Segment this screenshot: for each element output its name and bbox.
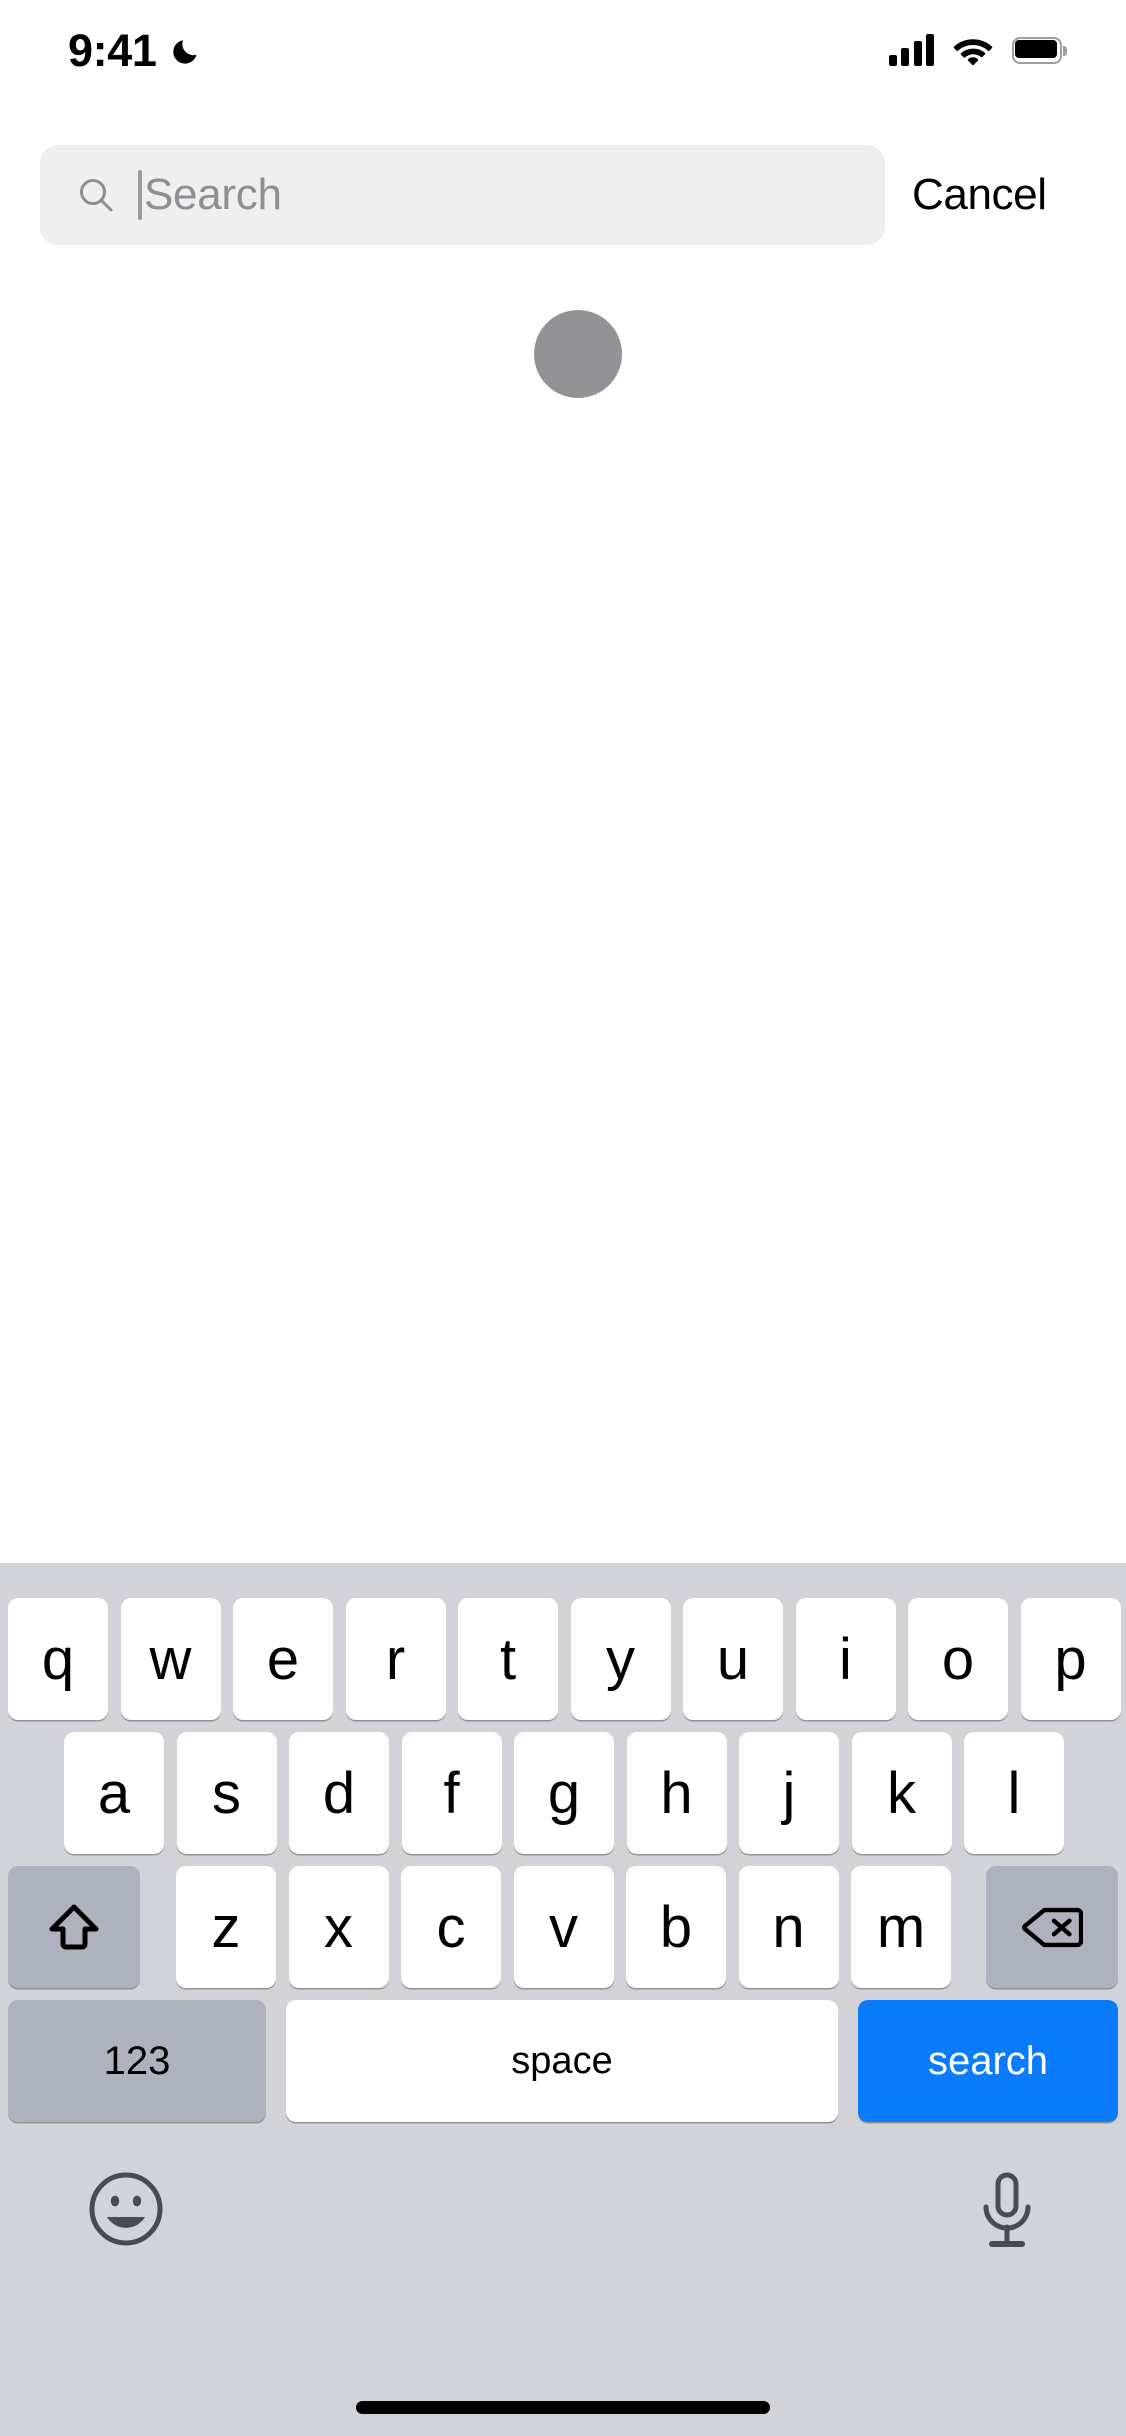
status-bar-right: [888, 33, 1067, 66]
key-r[interactable]: r: [345, 1598, 446, 1720]
search-results-area: [0, 255, 1126, 1563]
key-k[interactable]: k: [851, 1732, 952, 1854]
magnifier-icon: [76, 175, 116, 215]
search-placeholder: Search: [144, 170, 282, 219]
key-m[interactable]: m: [851, 1866, 951, 1988]
search-header: Search Cancel: [0, 145, 1126, 245]
key-q[interactable]: q: [8, 1598, 108, 1720]
emoji-smiley-icon[interactable]: [88, 2171, 164, 2247]
key-j[interactable]: j: [739, 1732, 839, 1854]
key-w[interactable]: w: [120, 1598, 221, 1720]
keyboard-row-1: qwertyuiop: [0, 1598, 1126, 1720]
key-n[interactable]: n: [738, 1866, 839, 1988]
key-o[interactable]: o: [908, 1598, 1008, 1720]
wifi-icon: [952, 35, 994, 66]
delete-backspace-icon: [1022, 1907, 1083, 1947]
key-h[interactable]: h: [626, 1732, 727, 1854]
status-bar: 9:41: [0, 0, 1126, 100]
search-input[interactable]: Search: [40, 145, 885, 245]
home-indicator: [356, 2401, 770, 2414]
key-p[interactable]: p: [1020, 1598, 1121, 1720]
key-y[interactable]: y: [570, 1598, 671, 1720]
status-bar-left: 9:41: [68, 28, 204, 73]
key-t[interactable]: t: [458, 1598, 558, 1720]
key-v[interactable]: v: [513, 1866, 614, 1988]
key-x[interactable]: x: [288, 1866, 389, 1988]
key-f[interactable]: f: [401, 1732, 502, 1854]
key-d[interactable]: d: [289, 1732, 389, 1854]
text-cursor: [138, 170, 142, 220]
gray-circle-indicator: [534, 310, 622, 398]
key-b[interactable]: b: [626, 1866, 726, 1988]
keyboard-row-2: asdfghjkl: [0, 1732, 1126, 1854]
key-u[interactable]: u: [683, 1598, 783, 1720]
keyboard-row-3: zxcvbnm: [0, 1866, 1126, 1988]
key-c[interactable]: c: [401, 1866, 501, 1988]
microphone-icon[interactable]: [976, 2171, 1038, 2251]
key-l[interactable]: l: [964, 1732, 1064, 1854]
shift-arrow-icon: [49, 1904, 99, 1950]
key-search-return[interactable]: search: [858, 2000, 1118, 2122]
cancel-button[interactable]: Cancel: [912, 145, 1047, 245]
key-s[interactable]: s: [176, 1732, 277, 1854]
status-bar-clock: 9:41: [68, 24, 157, 76]
key-z[interactable]: z: [176, 1866, 276, 1988]
battery-full-icon: [1012, 36, 1067, 64]
key-numbers[interactable]: 123: [8, 2000, 266, 2122]
key-a[interactable]: a: [64, 1732, 164, 1854]
cellular-signal-icon: [888, 33, 934, 66]
key-e[interactable]: e: [233, 1598, 333, 1720]
key-delete[interactable]: [986, 1866, 1118, 1988]
key-i[interactable]: i: [795, 1598, 896, 1720]
onscreen-keyboard: qwertyuiop asdfghjkl zxcvbnm 123 space s…: [0, 1563, 1126, 2436]
crescent-moon-icon: [170, 33, 204, 67]
key-g[interactable]: g: [514, 1732, 614, 1854]
keyboard-bottom-bar: [0, 2161, 1126, 2281]
keyboard-row-4: 123 space search: [0, 2000, 1126, 2122]
key-shift[interactable]: [8, 1866, 140, 1988]
key-space[interactable]: space: [286, 2000, 838, 2122]
